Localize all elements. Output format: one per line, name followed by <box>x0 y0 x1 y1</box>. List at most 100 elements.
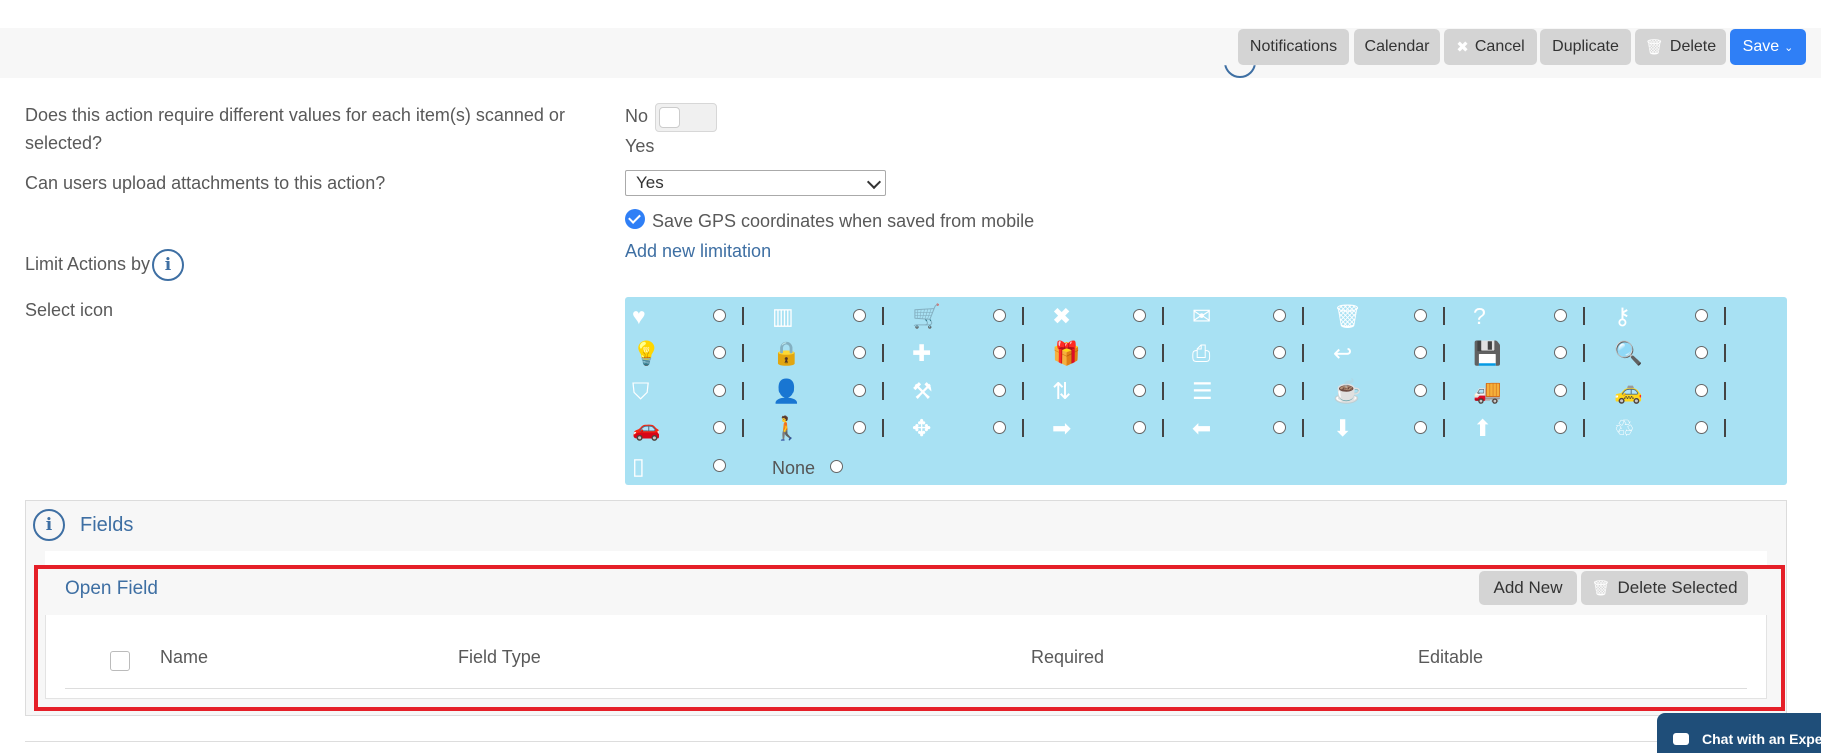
icon-separator <box>1022 382 1024 400</box>
tools-icon: ⚒ <box>912 378 933 404</box>
icon-separator <box>882 307 884 325</box>
icon-radio[interactable] <box>713 459 726 472</box>
icon-radio[interactable] <box>1133 421 1146 434</box>
icon-option[interactable]: ⚒ <box>908 376 1038 406</box>
icon-radio[interactable] <box>853 384 866 397</box>
icon-radio[interactable] <box>713 346 726 359</box>
icon-option[interactable]: ♥ <box>628 301 758 331</box>
icon-option[interactable]: 🎁 <box>1048 338 1178 368</box>
icon-radio[interactable] <box>1133 309 1146 322</box>
chevron-down-icon: ⌄ <box>1784 41 1794 54</box>
icon-radio[interactable] <box>1554 309 1567 322</box>
icon-radio[interactable] <box>713 309 726 322</box>
info-icon[interactable]: i <box>152 249 184 281</box>
icon-radio[interactable] <box>1695 309 1708 322</box>
icon-radio[interactable] <box>1133 384 1146 397</box>
icon-option[interactable]: ✉ <box>1188 301 1318 331</box>
icon-radio[interactable] <box>713 384 726 397</box>
icon-option[interactable]: ⇅ <box>1048 376 1178 406</box>
icon-radio[interactable] <box>993 346 1006 359</box>
icon-option[interactable]: 🔒 <box>768 338 898 368</box>
attachments-select-value: Yes <box>636 173 664 192</box>
icon-radio[interactable] <box>1695 384 1708 397</box>
icon-option[interactable]: ☰ <box>1188 376 1318 406</box>
icon-option[interactable]: 🚕 <box>1610 376 1740 406</box>
icon-option[interactable]: ✚ <box>908 338 1038 368</box>
icon-option[interactable]: ⬇ <box>1329 413 1459 443</box>
icon-separator <box>1022 307 1024 325</box>
icon-option[interactable]: ➡ <box>1048 413 1178 443</box>
question-icon: ? <box>1473 303 1486 329</box>
icon-none-radio[interactable] <box>830 460 843 473</box>
toggle-off-label: No <box>625 106 649 126</box>
icon-option[interactable]: ▥ <box>768 301 898 331</box>
icon-option[interactable]: 👤 <box>768 376 898 406</box>
icon-separator <box>1443 382 1445 400</box>
icon-radio[interactable] <box>853 346 866 359</box>
icon-radio[interactable] <box>853 421 866 434</box>
icon-option[interactable]: 🚚 <box>1469 376 1599 406</box>
gps-checkbox[interactable] <box>625 209 645 229</box>
icon-option[interactable]: ⎙ <box>1188 338 1318 368</box>
icon-radio[interactable] <box>1133 346 1146 359</box>
icon-option[interactable]: ✥ <box>908 413 1038 443</box>
user-icon: 👤 <box>772 378 801 404</box>
cancel-button[interactable]: ✖ Cancel <box>1444 29 1537 65</box>
icon-radio[interactable] <box>1554 421 1567 434</box>
icon-option[interactable]: ↩ <box>1329 338 1459 368</box>
icon-option[interactable]: 🚗 <box>628 413 758 443</box>
shield-icon: ⛉ <box>632 378 650 404</box>
icon-option[interactable]: ⬅ <box>1188 413 1318 443</box>
icon-radio[interactable] <box>1273 421 1286 434</box>
calendar-button[interactable]: Calendar <box>1354 29 1440 65</box>
duplicate-button[interactable]: Duplicate <box>1540 29 1631 65</box>
icon-radio[interactable] <box>1273 309 1286 322</box>
icon-option[interactable]: ? <box>1469 301 1599 331</box>
icon-radio[interactable] <box>713 421 726 434</box>
duplicate-button-label: Duplicate <box>1552 38 1619 55</box>
icon-separator <box>1022 419 1024 437</box>
icon-radio[interactable] <box>1554 346 1567 359</box>
cancel-button-label: Cancel <box>1474 38 1525 55</box>
icon-radio[interactable] <box>993 309 1006 322</box>
icon-option[interactable]: ☕ <box>1329 376 1459 406</box>
notifications-button[interactable]: Notifications <box>1238 29 1349 65</box>
icon-radio[interactable] <box>1695 346 1708 359</box>
icon-option[interactable]: ♲ <box>1610 413 1740 443</box>
different-values-toggle[interactable] <box>655 103 717 132</box>
icon-option[interactable]: 💾 <box>1469 338 1599 368</box>
chat-bubble-icon <box>1673 733 1689 745</box>
icon-radio[interactable] <box>1695 421 1708 434</box>
save-button[interactable]: Save ⌄ <box>1730 29 1806 65</box>
icon-option[interactable]: ⬆ <box>1469 413 1599 443</box>
icon-radio[interactable] <box>1554 384 1567 397</box>
icon-option[interactable]: 🔍 <box>1610 338 1740 368</box>
add-limitation-link[interactable]: Add new limitation <box>625 241 771 262</box>
icon-radio[interactable] <box>993 421 1006 434</box>
car-icon: 🚗 <box>632 415 661 441</box>
icon-radio[interactable] <box>1414 309 1427 322</box>
icon-option[interactable]: 🚶 <box>768 413 898 443</box>
icon-option[interactable]: ⚷ <box>1610 301 1740 331</box>
icon-radio[interactable] <box>1414 421 1427 434</box>
info-icon[interactable]: i <box>33 509 65 541</box>
icon-option[interactable]: ▯ <box>628 451 758 481</box>
icon-option[interactable]: 🗑 <box>1329 301 1459 331</box>
icon-radio[interactable] <box>1273 384 1286 397</box>
icon-radio[interactable] <box>853 309 866 322</box>
return-icon: ↩ <box>1333 340 1353 366</box>
chat-with-expert-button[interactable]: Chat with an Expert <box>1657 713 1821 753</box>
icon-option[interactable]: ✖ <box>1048 301 1178 331</box>
icon-radio[interactable] <box>1414 346 1427 359</box>
different-values-question-line2: selected? <box>25 133 103 153</box>
icon-option[interactable]: 💡 <box>628 338 758 368</box>
different-values-question-line1: Does this action require different value… <box>25 105 565 125</box>
delete-button[interactable]: 🗑 Delete <box>1635 29 1726 65</box>
sort-arrows-icon: ⇅ <box>1052 378 1072 404</box>
icon-option[interactable]: ⛉ <box>628 376 758 406</box>
icon-radio[interactable] <box>993 384 1006 397</box>
icon-radio[interactable] <box>1414 384 1427 397</box>
attachments-select[interactable]: Yes <box>625 170 886 196</box>
icon-radio[interactable] <box>1273 346 1286 359</box>
icon-option[interactable]: 🛒 <box>908 301 1038 331</box>
